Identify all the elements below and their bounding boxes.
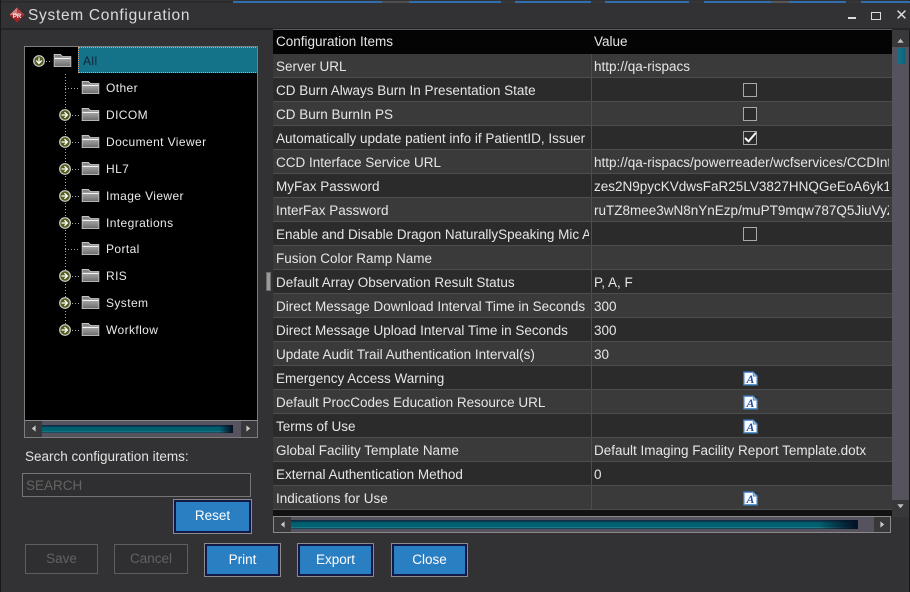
svg-text:A: A: [746, 422, 755, 434]
svg-text:A: A: [746, 398, 755, 410]
svg-text:A: A: [746, 374, 755, 386]
svg-text:PR: PR: [13, 14, 22, 20]
svg-text:A: A: [746, 494, 755, 506]
